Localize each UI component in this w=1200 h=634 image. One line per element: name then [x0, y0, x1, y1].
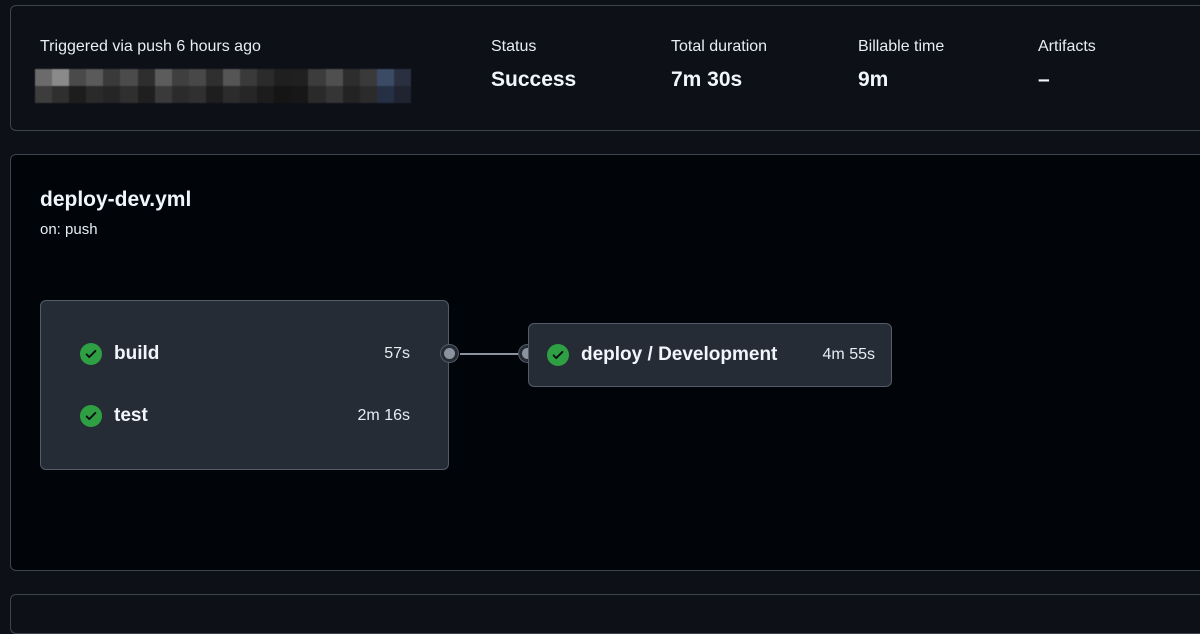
redaction-pixel [308, 86, 326, 103]
redaction-pixel [274, 86, 292, 103]
redaction-pixel [325, 86, 343, 103]
job-deploy-row: deploy / Development 4m 55s [547, 342, 875, 368]
redaction-pixel [86, 69, 104, 86]
redaction-pixel [69, 86, 87, 103]
job-deploy-duration: 4m 55s [822, 346, 875, 363]
redaction-pixel [154, 69, 172, 86]
redaction-pixel [376, 86, 394, 103]
stat-billable-time-value: 9m [858, 68, 889, 91]
redaction-pixel [342, 69, 360, 86]
stat-billable-time: Billable time 9m [858, 38, 944, 92]
stat-status-label: Status [491, 38, 537, 55]
redaction-pixel [291, 86, 309, 103]
job-build-duration: 57s [384, 345, 410, 362]
redaction-pixel [359, 86, 377, 103]
stat-status-value: Success [491, 68, 577, 91]
redaction-pixel [171, 86, 189, 103]
stat-artifacts-label: Artifacts [1038, 38, 1096, 55]
redaction-pixel [257, 69, 275, 86]
redaction-pixel [120, 86, 138, 103]
next-panel-edge [10, 594, 1200, 634]
redaction-pixel [240, 69, 258, 86]
stat-total-duration-value: 7m 30s [671, 68, 743, 91]
redaction-pixel [171, 69, 189, 86]
redaction-pixel [188, 69, 206, 86]
trigger-text: Triggered via push 6 hours ago [40, 38, 261, 55]
redaction-pixel [137, 86, 155, 103]
redaction-pixel [188, 86, 206, 103]
job-test-duration: 2m 16s [357, 407, 410, 424]
connector-line [460, 353, 528, 355]
redaction-pixel [342, 86, 360, 103]
job-test-name: test [114, 405, 148, 426]
redacted-commit-info [35, 69, 411, 103]
redaction-pixel [154, 86, 172, 103]
redaction-pixel [274, 69, 292, 86]
job-build[interactable]: build 57s [80, 341, 410, 367]
run-summary-panel: Triggered via push 6 hours ago Status Su… [10, 5, 1200, 131]
job-group: build 57s test 2m 16s [40, 300, 449, 470]
stat-artifacts-value: – [1038, 68, 1050, 91]
redaction-pixel [103, 86, 121, 103]
check-circle-icon [80, 405, 102, 427]
redaction-pixel [103, 69, 121, 86]
workflow-graph-panel: deploy-dev.yml on: push build 57s test 2… [10, 154, 1200, 571]
job-deploy-development[interactable]: deploy / Development 4m 55s [528, 323, 892, 387]
stat-status: Status Success [491, 38, 576, 92]
stat-total-duration-label: Total duration [671, 38, 768, 55]
stat-artifacts: Artifacts – [1038, 38, 1096, 92]
workflow-trigger: on: push [40, 221, 98, 238]
redaction-pixel [393, 86, 411, 103]
redaction-pixel [35, 86, 53, 103]
workflow-file-name: deploy-dev.yml [40, 188, 192, 211]
redaction-pixel [86, 86, 104, 103]
redaction-pixel [120, 69, 138, 86]
redaction-pixel [308, 69, 326, 86]
job-deploy-name: deploy / Development [581, 344, 778, 365]
job-build-name: build [114, 343, 160, 364]
stat-billable-time-label: Billable time [858, 38, 945, 55]
redaction-pixel [291, 69, 309, 86]
redaction-pixel [205, 69, 223, 86]
check-circle-icon [547, 344, 569, 366]
job-test[interactable]: test 2m 16s [80, 403, 410, 429]
redaction-pixel [376, 69, 394, 86]
redaction-pixel [223, 69, 241, 86]
redaction-pixel [257, 86, 275, 103]
redaction-pixel [52, 69, 70, 86]
redaction-pixel [52, 86, 70, 103]
redaction-pixel [393, 69, 411, 86]
connector-out-dot [441, 345, 458, 362]
redaction-pixel [35, 69, 53, 86]
stat-total-duration: Total duration 7m 30s [671, 38, 767, 92]
redaction-pixel [137, 69, 155, 86]
check-circle-icon [80, 343, 102, 365]
redaction-pixel [325, 69, 343, 86]
redaction-pixel [240, 86, 258, 103]
redaction-pixel [205, 86, 223, 103]
redaction-pixel [359, 69, 377, 86]
redaction-pixel [69, 69, 87, 86]
redaction-pixel [223, 86, 241, 103]
